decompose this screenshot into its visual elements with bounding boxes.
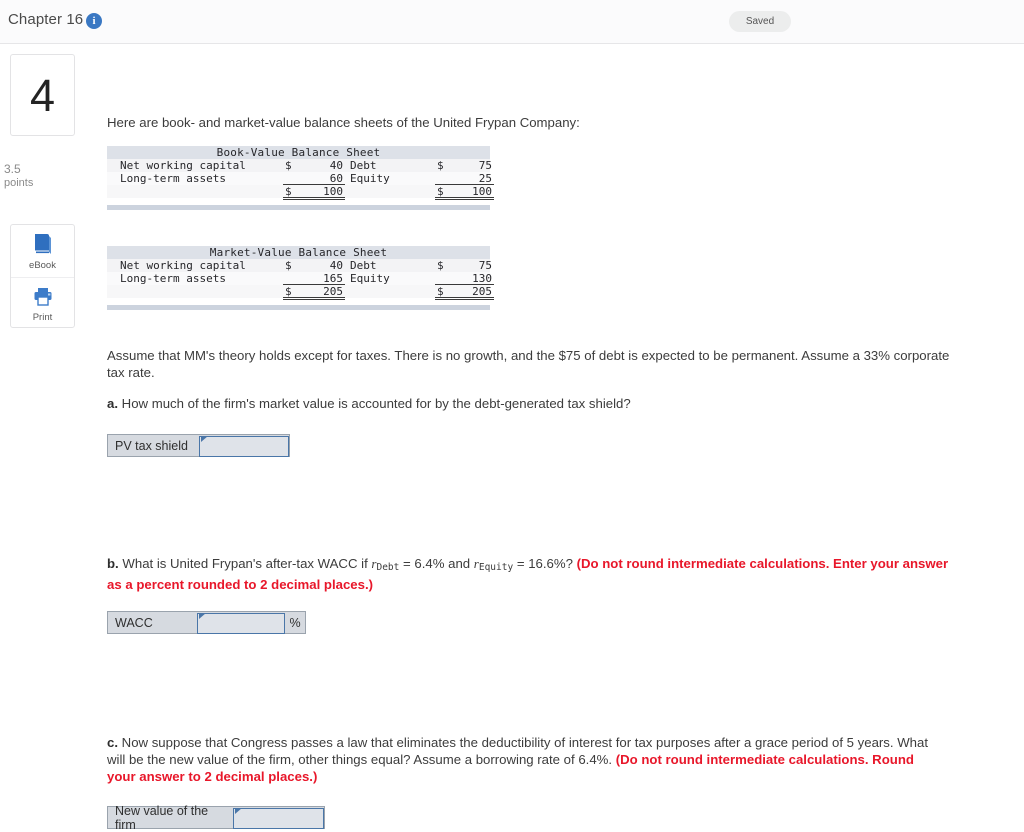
tools-panel: eBook Print xyxy=(10,224,75,328)
wacc-input-wrap xyxy=(197,612,285,634)
question-b-text-1: What is United Frypan's after-tax WACC i… xyxy=(122,556,372,571)
cell-label: Net working capital xyxy=(120,159,246,172)
question-a-letter: a. xyxy=(107,396,118,411)
cell-dollar2: $ xyxy=(437,159,444,172)
question-b-letter: b. xyxy=(107,556,119,571)
question-b-text-3: = 16.6%? xyxy=(513,556,577,571)
cell-label2: Equity xyxy=(350,172,390,185)
new-firm-value-input[interactable] xyxy=(233,808,324,829)
cell-dollar: $ xyxy=(285,159,292,172)
cell-value: 40 xyxy=(329,159,343,172)
table-title: Market-Value Balance Sheet xyxy=(107,246,490,259)
points-value: 3.5 xyxy=(4,162,21,176)
cell-value2: 75 xyxy=(478,259,492,272)
pv-tax-shield-answer-row: PV tax shield xyxy=(107,434,290,457)
info-icon[interactable]: i xyxy=(86,13,102,29)
cell-label: Long-term assets xyxy=(120,172,226,185)
question-b: b. What is United Frypan's after-tax WAC… xyxy=(107,555,952,593)
question-number: 4 xyxy=(29,70,56,121)
cell-dollar2: $ xyxy=(437,259,444,272)
top-bar: Chapter 16 i Saved xyxy=(0,0,1024,44)
assumption-text: Assume that MM's theory holds except for… xyxy=(107,348,950,380)
pv-tax-shield-input-wrap xyxy=(199,435,289,457)
table-title: Book-Value Balance Sheet xyxy=(107,146,490,159)
page-title: Chapter 16 xyxy=(8,11,84,28)
cell-label2: Debt xyxy=(350,259,377,272)
new-firm-value-answer-row: New value of the firm xyxy=(107,804,325,832)
new-firm-value-label: New value of the firm xyxy=(108,804,233,832)
cell-label: Long-term assets xyxy=(120,272,226,285)
cell-value: 40 xyxy=(329,259,343,272)
question-b-text-2: = 6.4% and xyxy=(399,556,474,571)
question-a: a. How much of the firm's market value i… xyxy=(107,395,907,412)
ebook-button[interactable]: eBook xyxy=(11,225,74,277)
question-c-letter: c. xyxy=(107,735,118,750)
wacc-label: WACC xyxy=(108,612,197,633)
r-debt-subscript: Debt xyxy=(376,562,400,573)
status-badge: Saved xyxy=(729,11,791,32)
wacc-input[interactable] xyxy=(197,613,285,634)
r-equity-subscript: Equity xyxy=(478,562,514,573)
market-value-balance-sheet: Market-Value Balance Sheet Net working c… xyxy=(107,246,494,310)
total-rule-left xyxy=(283,297,345,300)
table-row: Long-term assets 60 Equity 25 xyxy=(107,172,494,185)
cell-label2: Debt xyxy=(350,159,377,172)
total-rule-right xyxy=(435,197,494,200)
table-row: Net working capital $ 40 Debt $ 75 xyxy=(107,259,492,272)
cell-value2: 75 xyxy=(478,159,492,172)
new-firm-value-input-wrap xyxy=(233,807,324,829)
total-rule-left xyxy=(283,197,345,200)
question-a-text: How much of the firm's market value is a… xyxy=(121,396,631,411)
table-row: Net working capital $ 40 Debt $ 75 xyxy=(107,159,492,172)
wacc-answer-row: WACC % xyxy=(107,611,306,634)
print-label: Print xyxy=(32,312,53,323)
cell-dollar: $ xyxy=(285,259,292,272)
printer-icon xyxy=(11,286,74,308)
ebook-icon xyxy=(11,233,74,255)
ebook-label: eBook xyxy=(29,260,56,271)
total-rule-right xyxy=(435,297,494,300)
points-label: points xyxy=(4,177,34,189)
table-total-row: $ 100 $ 100 xyxy=(107,185,494,200)
table-row: Long-term assets 165 Equity 130 xyxy=(107,272,494,285)
intro-text: Here are book- and market-value balance … xyxy=(107,115,580,130)
cell-label: Net working capital xyxy=(120,259,246,272)
question-number-box: 4 xyxy=(10,54,75,136)
question-c: c. Now suppose that Congress passes a la… xyxy=(107,734,937,785)
table-footer-bar xyxy=(107,304,490,310)
table-footer-bar xyxy=(107,204,490,210)
wacc-percent-suffix: % xyxy=(285,612,305,633)
question-rail: 4 3.5 points eBook Print xyxy=(0,44,85,829)
table-total-row: $ 205 $ 205 xyxy=(107,285,494,300)
pv-tax-shield-label: PV tax shield xyxy=(108,435,199,456)
print-button[interactable]: Print xyxy=(11,277,74,329)
book-value-balance-sheet: Book-Value Balance Sheet Net working cap… xyxy=(107,146,494,210)
pv-tax-shield-input[interactable] xyxy=(199,436,289,457)
cell-label2: Equity xyxy=(350,272,390,285)
